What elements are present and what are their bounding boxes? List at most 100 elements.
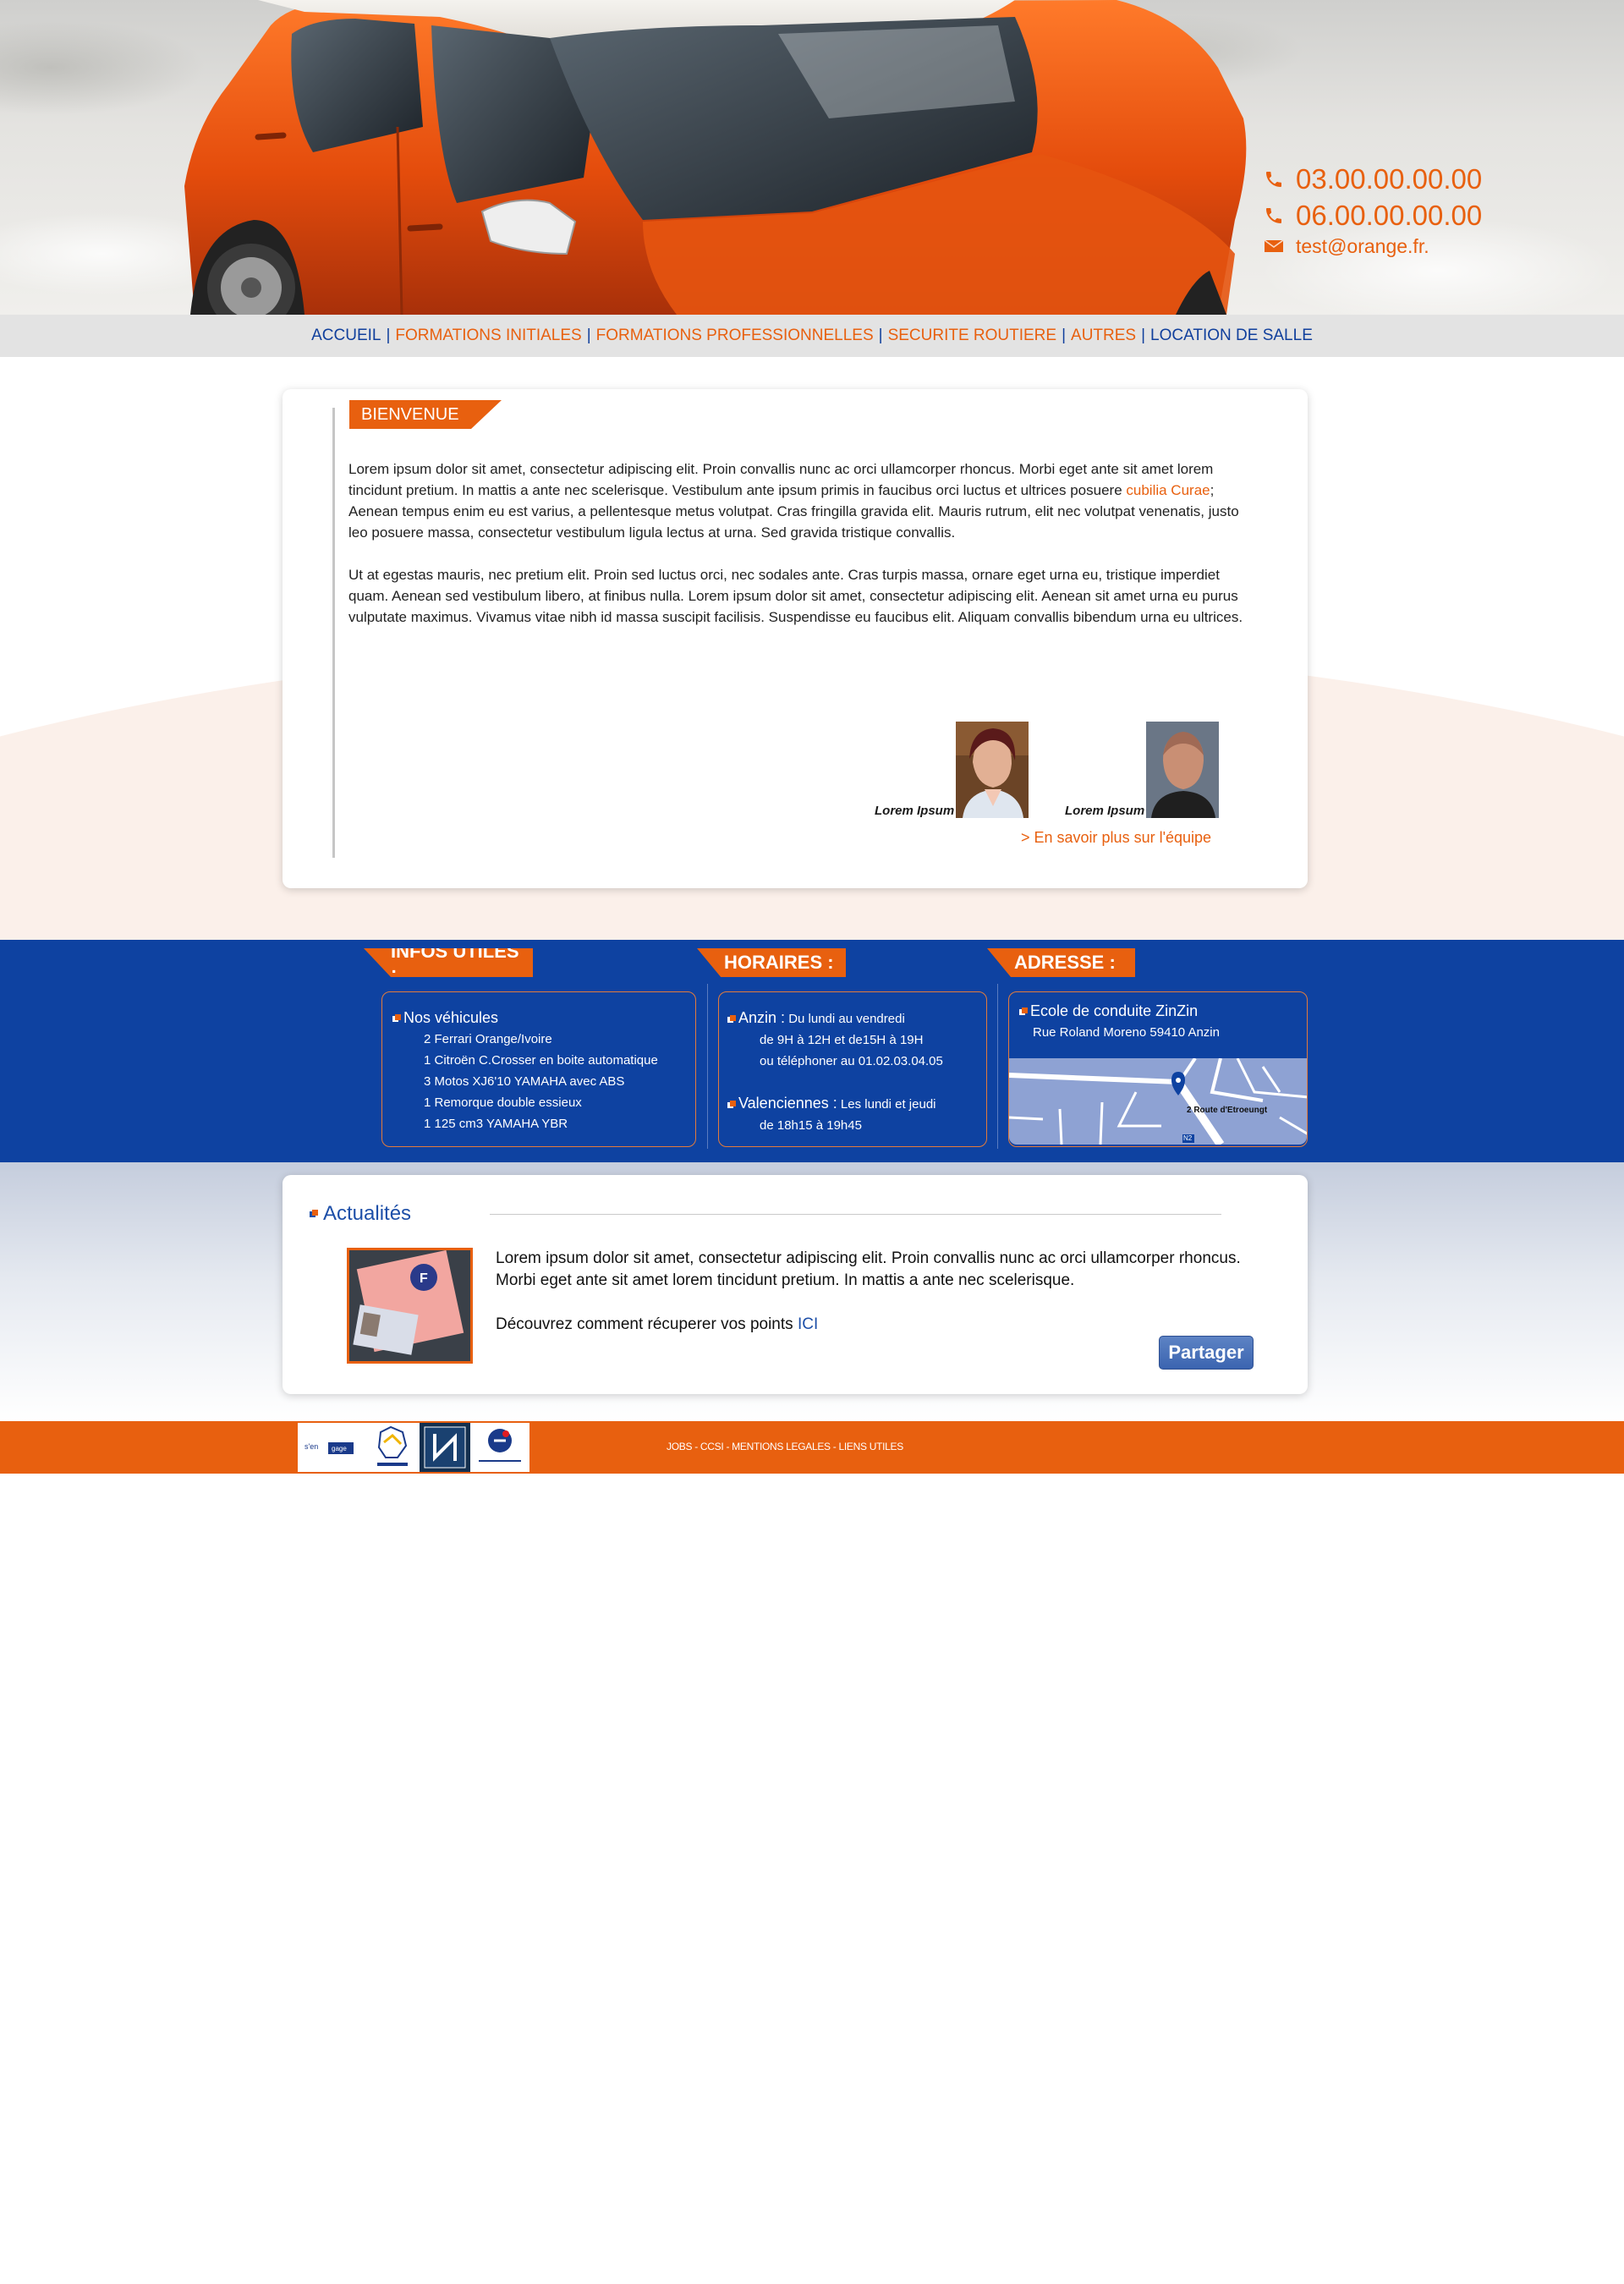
anzin-schedule-title: Anzin : Du lundi au vendredi (727, 1007, 986, 1029)
nav-location-de-salle[interactable]: LOCATION DE SALLE (1150, 327, 1313, 345)
cubilia-link[interactable]: cubilia Curae (1126, 482, 1210, 498)
email-link[interactable]: test@orange.fr. (1264, 233, 1482, 259)
phone-secondary-text: 06.00.00.00.00 (1296, 199, 1483, 231)
infos-utiles-box: Nos véhicules 2 Ferrari Orange/Ivoire 1 … (381, 991, 696, 1147)
nav-separator: | (586, 327, 591, 344)
vehicle-item: 1 Citroën C.Crosser en boite automatique (424, 1053, 658, 1068)
map-label: 2 Route d'Etroeungt (1187, 1106, 1268, 1115)
nav-formations-professionnelles[interactable]: FORMATIONS PROFESSIONNELLES (596, 327, 874, 345)
info-band: INFOS UTILES : Nos véhicules 2 Ferrari O… (0, 940, 1624, 1162)
valenciennes-hours: de 18h15 à 19h45 (760, 1118, 862, 1133)
license-image: F (347, 1248, 473, 1364)
news-rule (490, 1214, 1221, 1215)
news-line-3: Découvrez comment récuperer vos points I… (496, 1314, 1257, 1336)
nav-separator: | (1062, 327, 1067, 344)
nav-separator: | (386, 327, 391, 344)
welcome-heading: BIENVENUE (349, 400, 502, 429)
news-line-2: Morbi eget ante sit amet lorem tincidunt… (496, 1271, 1075, 1289)
bullet-icon (727, 1015, 736, 1024)
car-image (184, 0, 1247, 315)
vehicle-item: 1 Remorque double essieux (424, 1095, 582, 1110)
region-logo[interactable] (365, 1423, 420, 1472)
anzin-phone: ou téléphoner au 01.02.03.04.05 (760, 1054, 943, 1068)
phone-primary-text: 03.00.00.00.00 (1296, 162, 1483, 195)
pole-emploi-logo[interactable] (470, 1423, 529, 1472)
valenciennes-schedule-title: Valenciennes : Les lundi et jeudi (727, 1093, 986, 1115)
bullet-icon (1019, 1007, 1028, 1016)
welcome-paragraph-2: Ut at egestas mauris, nec pretium elit. … (348, 567, 1243, 625)
footer-link-mentions[interactable]: MENTIONS LEGALES (732, 1441, 831, 1452)
team-more-link[interactable]: > En savoir plus sur l'équipe (1021, 829, 1211, 847)
footer: s'en gage JOBS - CCSI - MENTIONS LEGALES… (0, 1421, 1624, 1474)
portrait-photo (956, 722, 1029, 818)
bullet-icon (310, 1210, 318, 1218)
vehicle-item: 3 Motos XJ6'10 YAMAHA avec ABS (424, 1074, 625, 1089)
team-caption: Lorem Ipsum (1065, 804, 1145, 818)
nav-securite-routiere[interactable]: SECURITE ROUTIERE (888, 327, 1057, 345)
bullet-icon (727, 1101, 736, 1109)
team-caption: Lorem Ipsum (875, 804, 955, 818)
map-graphic (1009, 1058, 1307, 1145)
nav-separator: | (1141, 327, 1146, 344)
nav-accueil[interactable]: ACCUEIL (311, 327, 381, 345)
phone-icon (1264, 169, 1284, 189)
column-divider (997, 984, 998, 1149)
footer-separator: - (692, 1441, 700, 1452)
vehicle-item: 1 125 cm3 YAMAHA YBR (424, 1117, 568, 1131)
horaires-box: Anzin : Du lundi au vendredi de 9H à 12H… (718, 991, 987, 1147)
svg-text:gage: gage (332, 1445, 347, 1452)
phone-primary[interactable]: 03.00.00.00.00 (1264, 161, 1482, 197)
anzin-hours: de 9H à 12H et de15H à 19H (760, 1033, 924, 1047)
europe-logo[interactable]: s'en gage (298, 1423, 365, 1472)
footer-link-liens[interactable]: LIENS UTILES (839, 1441, 904, 1452)
footer-link-jobs[interactable]: JOBS (667, 1441, 692, 1452)
column-divider (707, 984, 708, 1149)
portrait-photo (1146, 722, 1220, 818)
svg-text:s'en: s'en (304, 1442, 318, 1451)
news-line-1: Lorem ipsum dolor sit amet, consectetur … (496, 1249, 1241, 1267)
footer-links: JOBS - CCSI - MENTIONS LEGALES - LIENS U… (667, 1441, 903, 1452)
news-body: Lorem ipsum dolor sit amet, consectetur … (496, 1248, 1257, 1336)
footer-separator: - (830, 1441, 839, 1452)
partner-logos: s'en gage (298, 1423, 529, 1472)
adresse-box: Ecole de conduite ZinZin Rue Roland More… (1008, 991, 1308, 1147)
welcome-paragraph-1-start: Lorem ipsum dolor sit amet, consectetur … (348, 461, 1214, 498)
news-ici-link[interactable]: ICI (798, 1315, 818, 1333)
phone-secondary[interactable]: 06.00.00.00.00 (1264, 197, 1482, 233)
hero-banner: 03.00.00.00.00 06.00.00.00.00 test@orang… (0, 0, 1624, 315)
vertical-divider (332, 408, 335, 858)
main-navigation: ACCUEIL | FORMATIONS INITIALES | FORMATI… (0, 315, 1624, 357)
nord-logo[interactable] (420, 1423, 470, 1472)
news-title: Actualités (310, 1202, 411, 1226)
vehicle-item: 2 Ferrari Orange/Ivoire (424, 1032, 552, 1046)
school-street: Rue Roland Moreno 59410 Anzin (1033, 1025, 1220, 1040)
valenciennes-days: Les lundi et jeudi (837, 1097, 936, 1112)
footer-link-ccsi[interactable]: CCSI (700, 1441, 724, 1452)
road-sign: N2 (1183, 1134, 1193, 1142)
infos-utiles-heading: INFOS UTILES : (364, 948, 533, 977)
welcome-text: Lorem ipsum dolor sit amet, consectetur … (348, 458, 1245, 628)
school-name-text: Ecole de conduite ZinZin (1030, 1002, 1199, 1019)
team-member-1: Lorem Ipsum (875, 722, 1029, 818)
news-heading-text: Actualités (323, 1202, 412, 1225)
location-map[interactable]: 2 Route d'Etroeungt N2 (1009, 1058, 1307, 1145)
news-line-3-text: Découvrez comment récuperer vos points (496, 1315, 798, 1333)
phone-icon (1264, 206, 1284, 226)
adresse-heading: ADRESSE : (987, 948, 1135, 977)
vehicles-title-text: Nos véhicules (403, 1009, 499, 1026)
contact-block: 03.00.00.00.00 06.00.00.00.00 test@orang… (1264, 161, 1482, 259)
nav-formations-initiales[interactable]: FORMATIONS INITIALES (395, 327, 581, 345)
valenciennes-city: Valenciennes : (738, 1095, 837, 1112)
share-button[interactable]: Partager (1159, 1336, 1254, 1370)
anzin-days: Du lundi au vendredi (785, 1012, 905, 1026)
team-member-2: Lorem Ipsum (1065, 722, 1220, 818)
nav-separator: | (878, 327, 883, 344)
svg-text:F: F (420, 1271, 428, 1286)
bullet-icon (392, 1014, 401, 1023)
welcome-card: BIENVENUE Lorem ipsum dolor sit amet, co… (283, 389, 1308, 888)
school-name: Ecole de conduite ZinZin (1019, 1001, 1307, 1022)
email-text: test@orange.fr. (1296, 234, 1429, 257)
welcome-paragraph-1: Lorem ipsum dolor sit amet, consectetur … (348, 458, 1245, 543)
nav-autres[interactable]: AUTRES (1071, 327, 1136, 345)
anzin-city: Anzin : (738, 1009, 786, 1026)
